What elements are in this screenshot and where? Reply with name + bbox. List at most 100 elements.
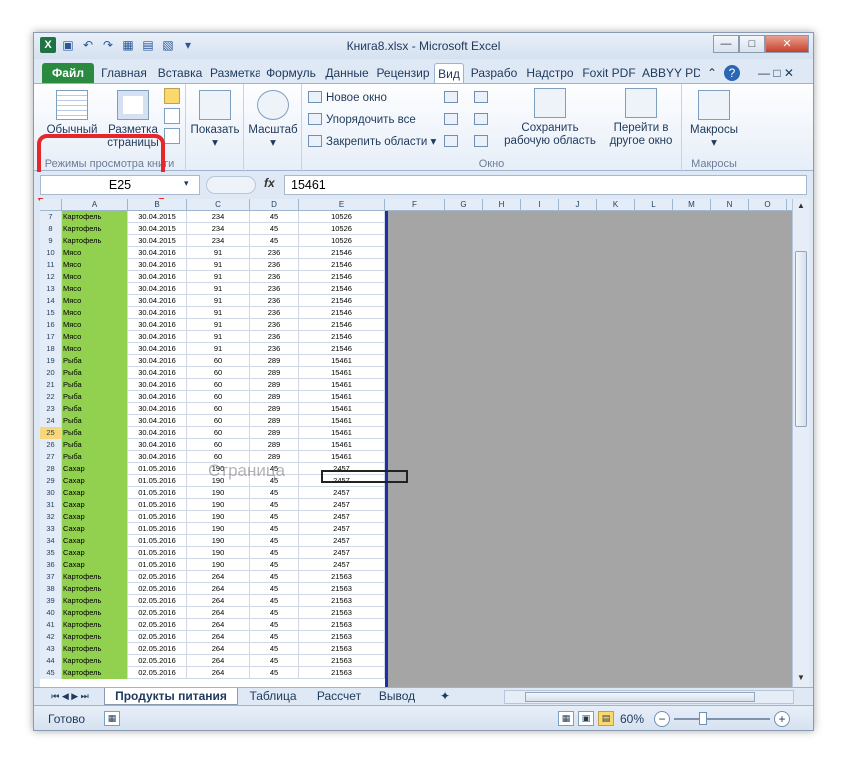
cell-c[interactable]: 60 <box>187 391 250 403</box>
cell-c[interactable]: 91 <box>187 271 250 283</box>
minimize-button[interactable]: — <box>713 35 739 53</box>
zoom-slider[interactable] <box>674 718 770 720</box>
row-number[interactable]: 30 <box>40 487 62 499</box>
cell-e[interactable]: 21546 <box>299 331 385 343</box>
tab-view[interactable]: Вид <box>434 63 464 83</box>
cell-product[interactable]: Мясо <box>62 319 128 331</box>
worksheet-grid[interactable]: ABCDEFGHIJKLMNO 7 Картофель 30.04.2015 234 4… <box>40 199 792 687</box>
cell-product[interactable]: Рыба <box>62 391 128 403</box>
zoom-slider-knob[interactable] <box>699 712 707 725</box>
column-header-n[interactable]: N <box>711 199 749 211</box>
cell-c[interactable]: 60 <box>187 379 250 391</box>
column-header-h[interactable]: H <box>483 199 521 211</box>
cell-date[interactable]: 30.04.2015 <box>128 211 187 223</box>
vertical-scrollbar[interactable]: ▲ ▼ <box>792 199 809 687</box>
cell-product[interactable]: Мясо <box>62 259 128 271</box>
cell-date[interactable]: 30.04.2016 <box>128 355 187 367</box>
column-header-f[interactable]: F <box>385 199 445 211</box>
row-number[interactable]: 14 <box>40 295 62 307</box>
maximize-button[interactable]: □ <box>739 35 765 53</box>
cell-date[interactable]: 02.05.2016 <box>128 595 187 607</box>
hide-icon[interactable] <box>444 110 462 130</box>
row-number[interactable]: 11 <box>40 259 62 271</box>
cell-c[interactable]: 91 <box>187 307 250 319</box>
row-number[interactable]: 44 <box>40 655 62 667</box>
cell-d[interactable]: 45 <box>250 523 299 535</box>
cell-c[interactable]: 190 <box>187 511 250 523</box>
cell-d[interactable]: 45 <box>250 547 299 559</box>
cell-date[interactable]: 02.05.2016 <box>128 607 187 619</box>
row-number[interactable]: 18 <box>40 343 62 355</box>
row-number[interactable]: 8 <box>40 223 62 235</box>
zoom-button[interactable]: Масштаб ▾ <box>246 90 300 150</box>
cell-product[interactable]: Сахар <box>62 487 128 499</box>
cell-product[interactable]: Мясо <box>62 331 128 343</box>
cell-c[interactable]: 91 <box>187 331 250 343</box>
tab-page-layout[interactable]: Разметка <box>210 63 260 83</box>
column-header-c[interactable]: C <box>187 199 250 211</box>
cell-date[interactable]: 02.05.2016 <box>128 583 187 595</box>
help-icon[interactable]: ? <box>724 65 740 81</box>
row-number[interactable]: 17 <box>40 331 62 343</box>
tab-developer[interactable]: Разрабо <box>468 63 520 83</box>
row-number[interactable]: 19 <box>40 355 62 367</box>
cell-e[interactable]: 21546 <box>299 259 385 271</box>
sheet-nav-arrows[interactable]: ⏮ ◀ ▶ ⏭ <box>40 688 100 705</box>
cell-c[interactable]: 91 <box>187 343 250 355</box>
cell-d[interactable]: 45 <box>250 655 299 667</box>
cell-date[interactable]: 30.04.2016 <box>128 343 187 355</box>
column-header-g[interactable]: G <box>445 199 483 211</box>
switch-windows-button[interactable]: Перейти в другое окно <box>602 88 680 148</box>
cell-c[interactable]: 60 <box>187 415 250 427</box>
cell-e[interactable]: 15461 <box>299 379 385 391</box>
cell-date[interactable]: 30.04.2016 <box>128 259 187 271</box>
full-screen-icon[interactable] <box>164 128 180 144</box>
cell-e[interactable]: 21546 <box>299 295 385 307</box>
cell-product[interactable]: Рыба <box>62 367 128 379</box>
cell-e[interactable]: 21546 <box>299 307 385 319</box>
cell-d[interactable]: 45 <box>250 631 299 643</box>
cell-date[interactable]: 30.04.2016 <box>128 367 187 379</box>
zoom-out-icon[interactable]: − <box>654 711 670 727</box>
cell-d[interactable]: 289 <box>250 403 299 415</box>
cell-c[interactable]: 234 <box>187 223 250 235</box>
cell-c[interactable]: 91 <box>187 283 250 295</box>
cell-date[interactable]: 30.04.2016 <box>128 319 187 331</box>
cell-c[interactable]: 264 <box>187 607 250 619</box>
cell-c[interactable]: 264 <box>187 619 250 631</box>
cell-c[interactable]: 60 <box>187 355 250 367</box>
cell-c[interactable]: 190 <box>187 487 250 499</box>
tab-file[interactable]: Файл <box>42 63 94 83</box>
cell-d[interactable]: 45 <box>250 595 299 607</box>
cell-e[interactable]: 2457 <box>299 499 385 511</box>
cell-date[interactable]: 01.05.2016 <box>128 523 187 535</box>
column-header-e[interactable]: E <box>299 199 385 211</box>
name-box[interactable]: E25 <box>40 175 200 195</box>
cell-c[interactable]: 91 <box>187 295 250 307</box>
cell-c[interactable]: 264 <box>187 667 250 679</box>
cell-date[interactable]: 30.04.2016 <box>128 439 187 451</box>
cell-e[interactable]: 21563 <box>299 631 385 643</box>
column-header-l[interactable]: L <box>635 199 673 211</box>
row-number[interactable]: 43 <box>40 643 62 655</box>
row-number[interactable]: 35 <box>40 547 62 559</box>
scroll-up-icon[interactable]: ▲ <box>795 201 807 213</box>
cell-c[interactable]: 264 <box>187 631 250 643</box>
cell-c[interactable]: 190 <box>187 523 250 535</box>
cell-d[interactable]: 45 <box>250 499 299 511</box>
tab-addins[interactable]: Надстро <box>524 63 576 83</box>
cell-d[interactable]: 236 <box>250 331 299 343</box>
cell-date[interactable]: 02.05.2016 <box>128 643 187 655</box>
normal-view-button[interactable]: Обычный <box>42 90 102 137</box>
cell-e[interactable]: 21546 <box>299 247 385 259</box>
cell-date[interactable]: 30.04.2016 <box>128 415 187 427</box>
cell-d[interactable]: 45 <box>250 235 299 247</box>
cell-date[interactable]: 02.05.2016 <box>128 631 187 643</box>
column-header-k[interactable]: K <box>597 199 635 211</box>
cell-d[interactable]: 236 <box>250 283 299 295</box>
cell-d[interactable]: 289 <box>250 355 299 367</box>
arrange-all-button[interactable]: Упорядочить все <box>308 110 416 130</box>
cell-d[interactable]: 236 <box>250 343 299 355</box>
cell-product[interactable]: Картофель <box>62 211 128 223</box>
cell-d[interactable]: 289 <box>250 379 299 391</box>
